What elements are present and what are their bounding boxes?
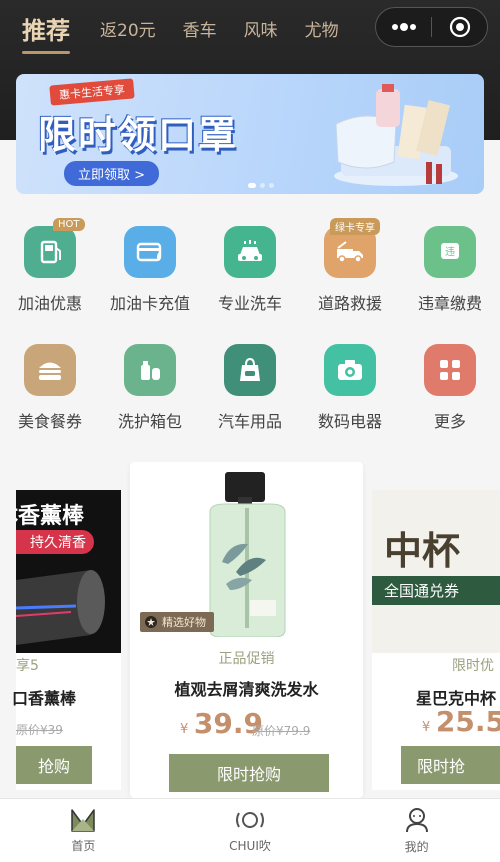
mask-products-image [334, 84, 458, 186]
product-promo: 正品促销 [218, 651, 275, 667]
service-more[interactable]: 更多 [400, 336, 500, 454]
service-label: 洗护箱包 [117, 412, 182, 431]
service-label: 加油优惠 [17, 294, 82, 313]
buy-button[interactable]: 限时抢购 [169, 754, 329, 792]
service-label: 更多 [433, 412, 466, 431]
nav-label: 首页 [71, 839, 96, 853]
banner-tag: 惠卡生活专享 [49, 78, 135, 106]
carousel-dots [248, 183, 274, 188]
service-label: 加油卡充值 [109, 294, 190, 313]
service-label: 美食餐券 [17, 412, 82, 431]
product-name: 植观去屑清爽洗发水 [174, 680, 319, 699]
nav-home[interactable]: 首页 [0, 799, 167, 862]
promo-banner[interactable]: 惠卡生活专享 限时领口罩 立即领取 > [16, 74, 484, 194]
service-toiletry-bags[interactable]: 洗护箱包 [100, 336, 200, 454]
carousel-dot[interactable] [248, 183, 256, 188]
service-violation-pay[interactable]: 违 违章缴费 [400, 218, 500, 336]
nav-mine[interactable]: 我的 [333, 799, 500, 862]
product-image-subtitle: 持久清香 [16, 530, 94, 554]
toiletry-icon [124, 344, 176, 396]
product-image-title: 体香薰棒 [16, 504, 85, 529]
product-promo: 限时优 [452, 658, 494, 674]
target-circle-icon[interactable] [432, 7, 487, 47]
chui-icon [236, 812, 264, 828]
product-name: 口香薰棒 [12, 689, 77, 708]
svg-text:违: 违 [445, 246, 455, 258]
aroma-stick-image [16, 570, 105, 645]
service-car-wash[interactable]: 专业洗车 [200, 218, 300, 336]
currency-symbol: ¥ [422, 720, 431, 735]
nav-label: CHUI吹 [229, 839, 271, 853]
tab-cars[interactable]: 香车 [183, 16, 217, 41]
price-value: 25.5 [435, 705, 500, 738]
violation-icon: 违 [424, 226, 476, 278]
service-fuel-discount[interactable]: 加油优惠 HOT [0, 218, 100, 336]
banner-cta-button[interactable]: 立即领取 > [64, 161, 160, 186]
product-image: 体香薰棒 持久清香 [16, 490, 121, 653]
product-card-right[interactable]: 中杯 全国通兑券 限时优 星巴克中杯 ¥ 25.5 限时抢 [372, 490, 500, 790]
tab-flavor[interactable]: 风味 [244, 16, 278, 41]
home-m-icon [71, 809, 96, 832]
service-food-coupons[interactable]: 美食餐券 [0, 336, 100, 454]
nav-chui[interactable]: CHUI吹 [167, 799, 334, 862]
buy-button[interactable]: 抢购 [16, 746, 92, 784]
star-badge-icon [145, 616, 157, 628]
banner-headline: 限时领口罩 [38, 113, 239, 157]
more-dots-icon[interactable] [376, 7, 431, 47]
user-icon [405, 808, 428, 833]
car-bag-icon [224, 344, 276, 396]
nav-label: 我的 [404, 840, 429, 854]
service-grid: 加油优惠 HOT 加油卡充值 专业洗车 道路救援 绿卡专享 违 违章缴费 美食餐… [0, 218, 500, 454]
product-card-left[interactable]: 体香薰棒 持久清香 享5 口香薰棒 原价¥39 抢购 [12, 490, 121, 790]
fuel-pump-icon [24, 226, 76, 278]
buy-button[interactable]: 限时抢 [401, 746, 500, 784]
tab-goods[interactable]: 尤物 [305, 16, 339, 41]
product-original-price: 原价¥79.9 [252, 724, 311, 738]
product-price: ¥ 25.5 [422, 705, 500, 738]
tab-bar: 推荐 返20元 香车 风味 尤物 [0, 0, 366, 56]
camera-icon [324, 344, 376, 396]
featured-tag-label: 精选好物 [162, 616, 206, 629]
product-price: ¥ 39.9 [180, 707, 263, 740]
burger-icon [24, 344, 76, 396]
service-fuel-card-topup[interactable]: 加油卡充值 [100, 218, 200, 336]
service-label: 道路救援 [317, 294, 382, 313]
product-original-price: 原价¥39 [16, 723, 63, 737]
service-car-supplies[interactable]: 汽车用品 [200, 336, 300, 454]
tab-recommend[interactable]: 推荐 [22, 11, 70, 54]
card-drop-icon [124, 226, 176, 278]
service-road-rescue[interactable]: 道路救援 绿卡专享 [300, 218, 400, 336]
service-label: 违章缴费 [417, 294, 482, 313]
product-image: 中杯 全国通兑券 [372, 490, 500, 653]
featured-tag: 精选好物 [140, 612, 214, 632]
service-label: 专业洗车 [217, 294, 282, 313]
service-label: 汽车用品 [217, 412, 282, 431]
service-label: 数码电器 [317, 412, 382, 431]
miniapp-capsule [375, 7, 488, 47]
product-image-subtitle: 全国通兑券 [372, 576, 500, 605]
tab-cashback[interactable]: 返20元 [100, 16, 156, 41]
service-digital-electronics[interactable]: 数码电器 [300, 336, 400, 454]
currency-symbol: ¥ [180, 722, 189, 737]
product-promo: 享5 [16, 658, 39, 674]
hot-badge: HOT [53, 218, 85, 231]
grid-more-icon [424, 344, 476, 396]
product-card-center[interactable]: 精选好物 正品促销 植观去屑清爽洗发水 ¥ 39.9 原价¥79.9 限时抢购 [130, 462, 363, 798]
product-image-title: 中杯 [384, 529, 461, 573]
green-card-badge: 绿卡专享 [330, 218, 380, 235]
bottom-nav: 首页 CHUI吹 我的 [0, 798, 500, 862]
product-carousel: 体香薰棒 持久清香 享5 口香薰棒 原价¥39 抢购 精选 [0, 462, 500, 798]
carousel-dot[interactable] [260, 183, 265, 188]
carousel-dot[interactable] [269, 183, 274, 188]
car-wash-icon [224, 226, 276, 278]
